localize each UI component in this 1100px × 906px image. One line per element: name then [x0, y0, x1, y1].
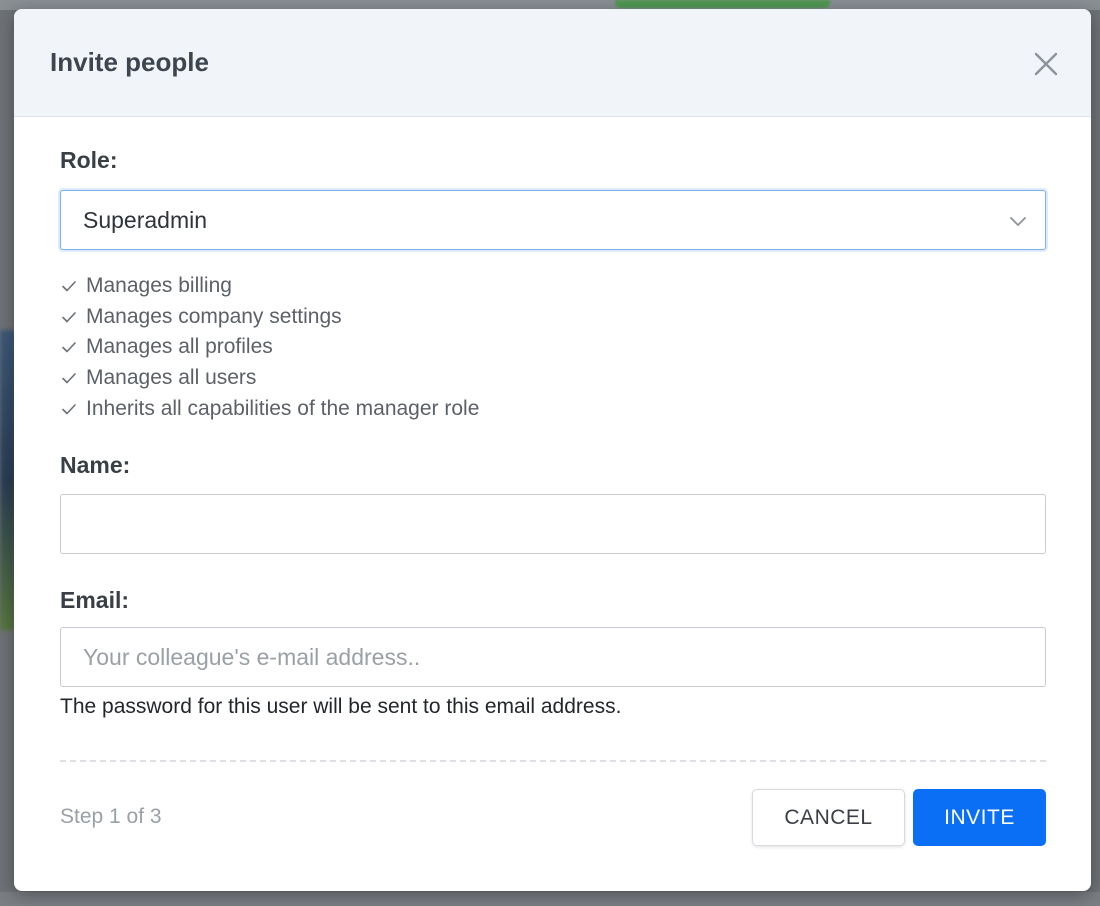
capability-text: Manages company settings	[86, 304, 342, 328]
checkmark-icon	[60, 399, 82, 419]
chevron-down-icon	[1007, 210, 1029, 232]
capability-item: Manages all profiles	[60, 332, 479, 363]
backdrop-green-element	[615, 0, 830, 8]
email-help-text: The password for this user will be sent …	[60, 695, 622, 718]
capability-item: Manages company settings	[60, 302, 479, 333]
capability-text: Manages all users	[86, 366, 257, 390]
capability-item: Manages all users	[60, 363, 479, 394]
dialog-title: Invite people	[50, 47, 209, 77]
name-input[interactable]	[60, 494, 1046, 554]
step-indicator: Step 1 of 3	[60, 805, 162, 828]
footer-divider	[60, 760, 1046, 762]
role-label: Role:	[60, 147, 118, 173]
invite-people-dialog: Invite people Role: Superadmin Manages b…	[14, 9, 1091, 891]
email-label: Email:	[60, 587, 130, 613]
name-label: Name:	[60, 452, 131, 478]
checkmark-icon	[60, 337, 82, 357]
close-icon	[1031, 49, 1061, 79]
role-select[interactable]: Superadmin	[60, 190, 1046, 250]
capability-text: Manages all profiles	[86, 335, 273, 359]
close-button[interactable]	[1031, 49, 1061, 79]
capability-item: Inherits all capabilities of the manager…	[60, 393, 479, 424]
role-capabilities-list: Manages billing Manages company settings M…	[60, 271, 479, 424]
checkmark-icon	[60, 276, 82, 296]
invite-button[interactable]: INVITE	[913, 789, 1046, 846]
capability-text: Manages billing	[86, 274, 232, 298]
dialog-header: Invite people	[14, 9, 1091, 117]
capability-text: Inherits all capabilities of the manager…	[86, 396, 480, 420]
role-selected-value: Superadmin	[83, 207, 208, 233]
email-input[interactable]	[60, 627, 1046, 687]
checkmark-icon	[60, 307, 82, 327]
checkmark-icon	[60, 368, 82, 388]
cancel-button[interactable]: CANCEL	[752, 789, 905, 846]
backdrop-bottom-bar	[0, 892, 1100, 906]
capability-item: Manages billing	[60, 271, 479, 302]
